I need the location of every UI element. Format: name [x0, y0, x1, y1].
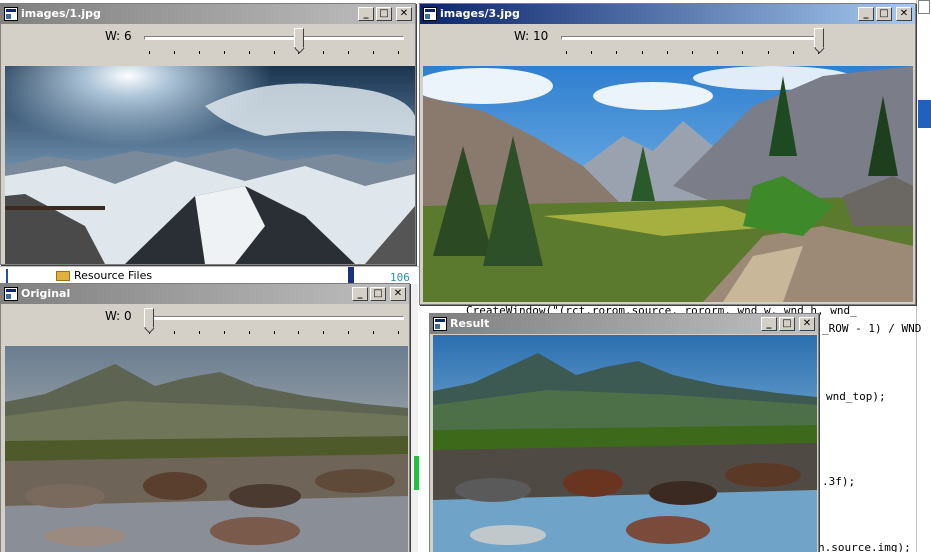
window-title: Original	[21, 287, 71, 300]
comment-icon	[918, 0, 930, 14]
window-title: Result	[450, 317, 490, 330]
window-icon	[4, 7, 18, 21]
minimize-button[interactable]: _	[358, 7, 374, 21]
ide-right-strip	[916, 0, 931, 552]
slider-tick	[793, 51, 794, 54]
code-line: .3f);	[822, 475, 856, 488]
close-button[interactable]: ✕	[390, 287, 406, 301]
window-icon	[4, 287, 18, 301]
close-button[interactable]: ✕	[799, 317, 815, 331]
slider-ticks	[149, 331, 399, 335]
code-line: n.source.img);	[818, 541, 911, 552]
slider-track[interactable]	[144, 316, 404, 320]
code-line: _ROW - 1) / WND	[822, 322, 922, 335]
image-view	[423, 66, 913, 302]
slider-tick	[373, 331, 374, 334]
window-images-3[interactable]: images/3.jpg _ □ ✕ W: 10	[419, 3, 916, 305]
ide-marker	[918, 100, 931, 128]
window-title-bar[interactable]: images/3.jpg _ □ ✕	[420, 4, 915, 24]
maximize-button[interactable]: □	[779, 317, 795, 331]
slider-thumb[interactable]	[294, 28, 304, 48]
image-view	[433, 335, 817, 552]
minimize-button[interactable]: _	[858, 7, 874, 21]
slider-tick	[323, 51, 324, 54]
slider-tick	[667, 51, 668, 54]
slider-tick	[373, 51, 374, 54]
slider-tick	[174, 331, 175, 334]
window-title-bar[interactable]: Original _ □ ✕	[1, 284, 409, 304]
minimize-button[interactable]: _	[761, 317, 777, 331]
window-title: images/3.jpg	[440, 7, 520, 20]
slider-tick	[398, 51, 399, 54]
slider-tick	[591, 51, 592, 54]
slider-tick	[616, 51, 617, 54]
desktop: Resource Files 106 CreateWindow("(rct.ro…	[0, 0, 931, 552]
slider-tick	[742, 51, 743, 54]
slider-tick	[174, 51, 175, 54]
slider-tick	[274, 331, 275, 334]
tree-item-resource-files[interactable]: Resource Files	[74, 269, 152, 282]
close-button[interactable]: ✕	[396, 7, 412, 21]
slider-tick	[224, 331, 225, 334]
slider-tick	[348, 51, 349, 54]
slider-tick	[348, 331, 349, 334]
slider-label: W: 10	[514, 29, 549, 43]
image-view	[5, 66, 415, 264]
slider-tick	[768, 51, 769, 54]
window-title-bar[interactable]: Result _ □ ✕	[430, 314, 818, 334]
window-images-1[interactable]: images/1.jpg _ □ ✕ W: 6	[0, 3, 416, 265]
slider-track[interactable]	[144, 36, 404, 40]
slider-label: W: 6	[105, 29, 132, 43]
window-icon	[433, 317, 447, 331]
slider-tick	[566, 51, 567, 54]
minimize-button[interactable]: _	[352, 287, 368, 301]
slider-tick	[692, 51, 693, 54]
slider-tick	[199, 331, 200, 334]
slider-thumb[interactable]	[144, 308, 154, 328]
slider-tick	[323, 331, 324, 334]
slider-tick	[298, 331, 299, 334]
slider-thumb[interactable]	[814, 28, 824, 48]
folder-icon	[56, 271, 70, 281]
slider-tick	[224, 51, 225, 54]
slider-tick	[274, 51, 275, 54]
slider-label: W: 0	[105, 309, 132, 323]
maximize-button[interactable]: □	[876, 7, 892, 21]
close-button[interactable]: ✕	[896, 7, 912, 21]
slider-tick	[149, 51, 150, 54]
slider-tick	[642, 51, 643, 54]
slider-tick	[398, 331, 399, 334]
window-result[interactable]: Result _ □ ✕	[429, 313, 819, 552]
window-original[interactable]: Original _ □ ✕ W: 0	[0, 283, 410, 552]
window-title: images/1.jpg	[21, 7, 101, 20]
maximize-button[interactable]: □	[370, 287, 386, 301]
slider-tick	[199, 51, 200, 54]
maximize-button[interactable]: □	[376, 7, 392, 21]
slider-tick	[249, 51, 250, 54]
slider-tick	[717, 51, 718, 54]
code-line: wnd_top);	[826, 390, 886, 403]
window-title-bar[interactable]: images/1.jpg _ □ ✕	[1, 4, 415, 24]
slider-tick	[249, 331, 250, 334]
image-view	[5, 346, 408, 552]
slider-track[interactable]	[561, 36, 824, 40]
change-marker	[414, 456, 419, 490]
solution-tree: Resource Files	[0, 266, 420, 285]
window-icon	[423, 7, 437, 21]
slider-ticks	[566, 51, 819, 55]
slider-ticks	[149, 51, 399, 55]
